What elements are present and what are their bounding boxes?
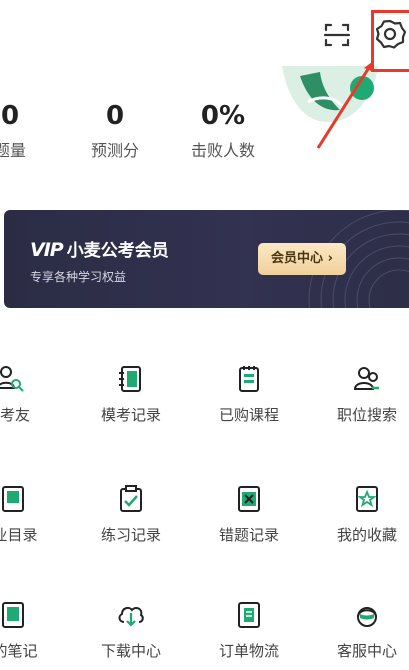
menu-item-catalog[interactable]: 业目录 (0, 484, 70, 564)
menu-item-notes[interactable]: 的笔记 (0, 600, 70, 670)
catalog-icon (2, 486, 24, 512)
stat-value: 0 (105, 101, 125, 131)
menu-item-wrong-questions[interactable]: 错题记录 (194, 484, 304, 564)
member-center-button[interactable]: 会员中心 › (258, 243, 346, 275)
chevron-right-icon: › (327, 251, 333, 266)
menu-item-purchased-courses[interactable]: 已购课程 (194, 364, 304, 444)
stat-label: 击败人数 (190, 141, 255, 160)
menu-item-label: 已购课程 (218, 406, 279, 424)
vip-logo: VIP (30, 239, 64, 261)
menu-item-label: 的笔记 (0, 642, 38, 660)
menu-item-practice-record[interactable]: 练习记录 (76, 484, 186, 564)
vip-title: VIP 小麦公考会员 (30, 236, 169, 261)
top-bar (0, 0, 409, 122)
menu-item-label: 模考记录 (100, 406, 161, 424)
menu-item-order-logistics[interactable]: 订单物流 (194, 600, 304, 670)
menu-item-customer-service[interactable]: 客服中心 (312, 600, 409, 670)
stat-value: 0 (0, 101, 20, 131)
scan-button[interactable] (322, 20, 352, 50)
stat-label: 题量 (0, 141, 26, 160)
practice-record-icon (120, 485, 142, 512)
search-user-icon (0, 366, 24, 392)
menu-item-label: 练习记录 (100, 526, 161, 544)
stat-predicted-score[interactable]: 0 预测分 (75, 96, 155, 166)
stats-row: 0 题量 0 预测分 0% 击败人数 (0, 96, 409, 176)
menu-item-label: 考友 (0, 406, 30, 424)
stat-value: 0% (200, 101, 246, 131)
member-center-label: 会员中心 (271, 251, 324, 266)
menu-item-label: 订单物流 (218, 642, 279, 660)
vip-subtitle: 专享各种学习权益 (30, 270, 127, 284)
menu-item-label: 下载中心 (100, 642, 161, 660)
menu-item-label: 职位搜索 (336, 406, 397, 424)
vip-title-text: 小麦公考会员 (66, 241, 169, 261)
stat-beat-percentage[interactable]: 0% 击败人数 (178, 96, 268, 166)
menu-item-label: 错题记录 (218, 526, 279, 544)
order-logistics-icon (238, 602, 260, 628)
menu-item-download-center[interactable]: 下载中心 (76, 600, 186, 670)
menu-item-favorites[interactable]: 我的收藏 (312, 484, 409, 564)
menu-item-exam-friends[interactable]: 考友 (0, 364, 70, 444)
job-search-icon (353, 367, 379, 390)
scan-icon (323, 23, 351, 47)
vip-banner[interactable]: VIP 小麦公考会员 专享各种学习权益 会员中心 › (4, 210, 409, 308)
menu-item-label: 客服中心 (336, 642, 397, 660)
customer-service-icon (357, 607, 377, 627)
exam-record-icon (119, 366, 141, 392)
menu-item-mock-exam-record[interactable]: 模考记录 (76, 364, 186, 444)
favorite-icon (356, 486, 378, 512)
wrong-question-icon (238, 486, 260, 512)
notes-icon (2, 602, 24, 628)
menu-item-label: 我的收藏 (336, 526, 397, 544)
menu-item-label: 业目录 (0, 526, 38, 544)
download-center-icon (118, 606, 144, 627)
stat-question-count[interactable]: 0 题量 (0, 96, 50, 166)
stat-label: 预测分 (90, 141, 139, 160)
purchased-course-icon (239, 366, 259, 392)
menu-item-job-search[interactable]: 职位搜索 (312, 364, 409, 444)
